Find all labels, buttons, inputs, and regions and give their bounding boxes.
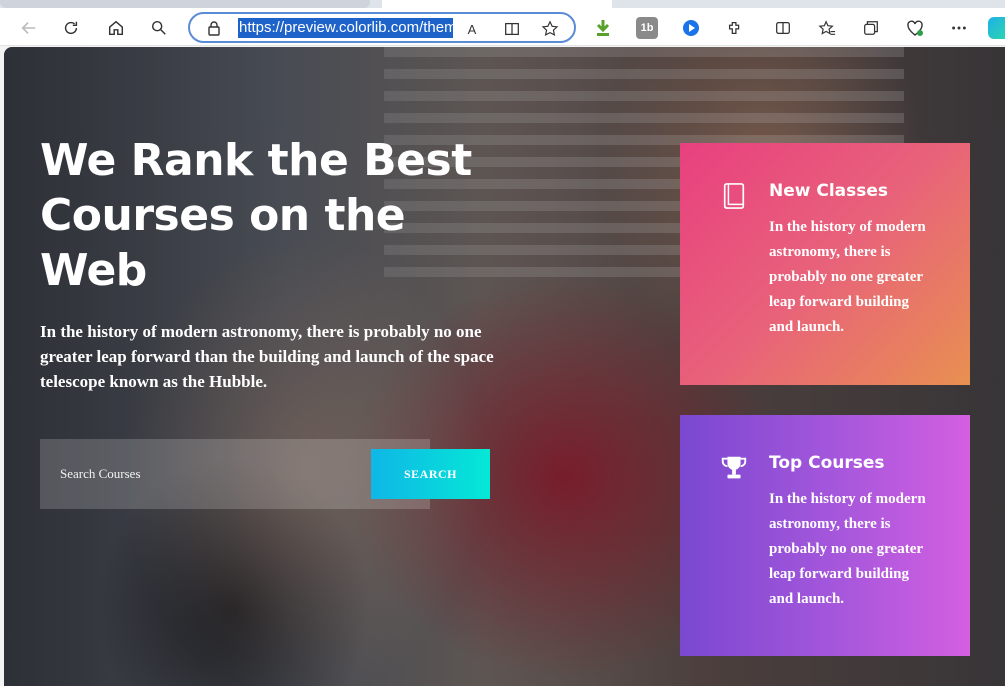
download-extension-icon[interactable]	[592, 17, 614, 39]
media-extension-icon[interactable]	[680, 17, 702, 39]
favorite-star-icon[interactable]	[540, 19, 560, 39]
trophy-icon	[718, 451, 750, 485]
back-icon[interactable]	[16, 15, 42, 41]
new-classes-card[interactable]: New Classes In the history of modern ast…	[680, 143, 970, 385]
extension-1b-icon[interactable]: 1b	[636, 17, 658, 39]
hero-description: In the history of modern astronomy, ther…	[40, 322, 494, 391]
browser-toolbar: https://preview.colorlib.com/theme A 1b	[0, 8, 1005, 46]
search-courses-input[interactable]	[40, 439, 370, 509]
browser-tab[interactable]	[0, 0, 370, 8]
favorites-icon[interactable]	[816, 17, 838, 39]
extensions-puzzle-icon[interactable]	[724, 17, 746, 39]
card-title: Top Courses	[769, 453, 885, 473]
card-title: New Classes	[769, 181, 889, 201]
url-text[interactable]: https://preview.colorlib.com/theme	[238, 18, 453, 38]
top-courses-card[interactable]: Top Courses In the history of modern ast…	[680, 415, 970, 656]
card-description: In the history of modern astronomy, ther…	[769, 219, 926, 335]
address-bar[interactable]: https://preview.colorlib.com/theme A	[188, 12, 576, 43]
search-icon[interactable]	[146, 15, 172, 41]
refresh-icon[interactable]	[58, 15, 84, 41]
hero-section: We Rank the Best Courses on the Web In t…	[4, 47, 1005, 686]
tab-strip	[0, 0, 1005, 8]
home-icon[interactable]	[103, 15, 129, 41]
health-extension-icon[interactable]	[904, 17, 926, 39]
book-icon	[718, 179, 750, 213]
browser-tab-active[interactable]	[382, 0, 612, 8]
copilot-icon[interactable]	[988, 17, 1005, 39]
more-menu-icon[interactable]	[948, 17, 970, 39]
search-button[interactable]: SEARCH	[371, 449, 490, 499]
card-description: In the history of modern astronomy, ther…	[769, 491, 926, 607]
immersive-reader-icon[interactable]	[502, 19, 522, 39]
collections-icon[interactable]	[860, 17, 882, 39]
lock-icon[interactable]	[206, 20, 222, 36]
read-aloud-icon[interactable]: A	[462, 19, 482, 39]
split-screen-icon[interactable]	[772, 17, 794, 39]
hero-title: We Rank the Best Courses on the Web	[40, 135, 472, 296]
